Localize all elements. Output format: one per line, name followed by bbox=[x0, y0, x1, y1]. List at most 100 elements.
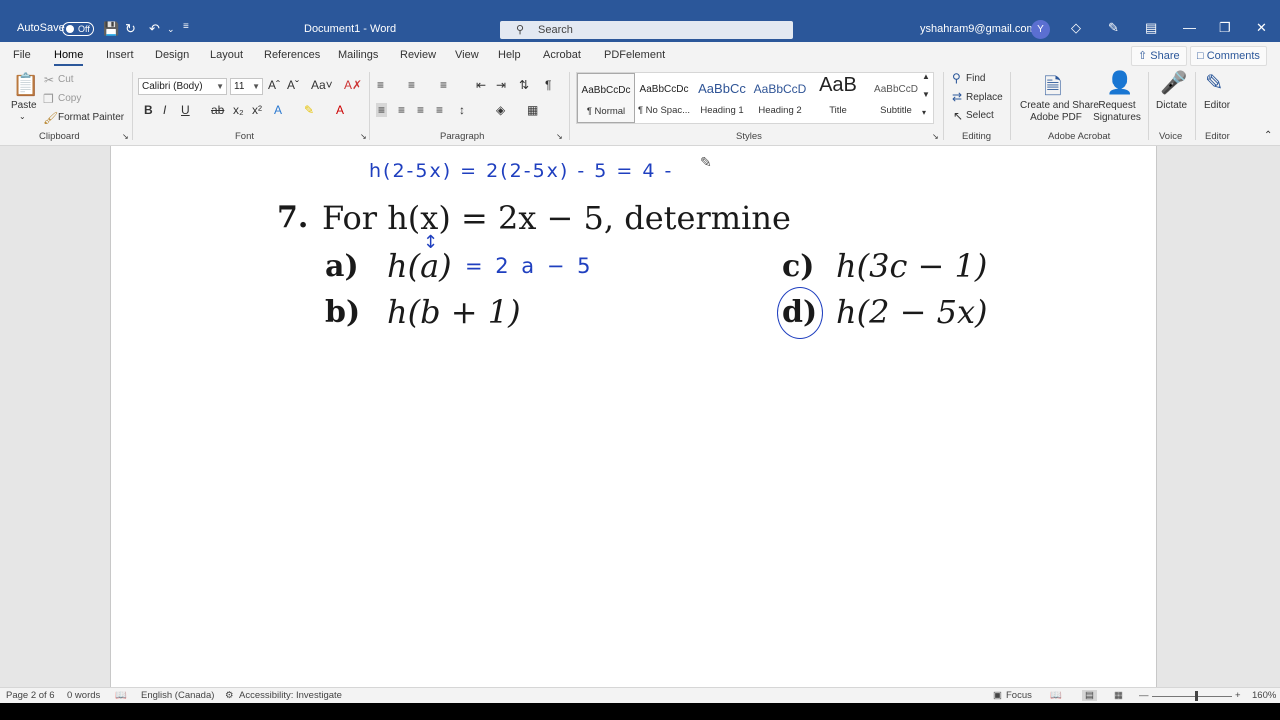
tab-review[interactable]: Review bbox=[400, 49, 436, 61]
justify-icon[interactable]: ≡ bbox=[436, 103, 443, 117]
style-no-spacing[interactable]: AaBbCcDc ¶ No Spac... bbox=[635, 73, 693, 123]
focus-button[interactable]: Focus bbox=[1006, 690, 1032, 701]
editor-button[interactable]: Editor bbox=[1204, 100, 1230, 111]
request-signatures-icon[interactable]: 👤 bbox=[1106, 70, 1133, 96]
customize-qat-icon[interactable]: ≡ bbox=[183, 21, 189, 32]
autosave-toggle[interactable]: Off bbox=[62, 22, 94, 36]
zoom-in-icon[interactable]: + bbox=[1235, 690, 1241, 701]
replace-button[interactable]: Replace bbox=[966, 92, 1003, 103]
request-label[interactable]: Request bbox=[1096, 100, 1138, 111]
styles-scroll-down-icon[interactable]: ▼ bbox=[922, 90, 930, 99]
tab-mailings[interactable]: Mailings bbox=[338, 49, 378, 61]
diamond-icon[interactable]: ◇ bbox=[1071, 20, 1081, 36]
language-indicator[interactable]: English (Canada) bbox=[141, 690, 214, 701]
multilevel-list-icon[interactable]: ≡ bbox=[440, 78, 447, 92]
bullets-icon[interactable]: ≡ bbox=[377, 78, 384, 92]
sort-icon[interactable]: ⇅ bbox=[519, 78, 529, 92]
print-layout-icon[interactable]: ▤ bbox=[1082, 690, 1097, 701]
show-formatting-icon[interactable]: ¶ bbox=[545, 78, 551, 92]
tab-insert[interactable]: Insert bbox=[106, 49, 134, 61]
find-button[interactable]: Find bbox=[966, 73, 985, 84]
tab-view[interactable]: View bbox=[455, 49, 479, 61]
copy-button[interactable]: Copy bbox=[58, 93, 81, 104]
font-size-select[interactable]: 11 ▼ bbox=[230, 78, 263, 95]
increase-indent-icon[interactable]: ⇥ bbox=[496, 78, 506, 92]
font-color-icon[interactable]: A bbox=[336, 103, 344, 117]
collapse-ribbon-icon[interactable]: ⌃ bbox=[1264, 130, 1272, 141]
style-subtitle[interactable]: AaBbCcD Subtitle bbox=[867, 73, 925, 123]
paste-button[interactable]: Paste bbox=[11, 100, 37, 111]
close-icon[interactable]: ✕ bbox=[1256, 20, 1267, 36]
microphone-icon[interactable]: 🎤 bbox=[1160, 70, 1187, 96]
clipboard-launcher-icon[interactable]: ↘ bbox=[122, 132, 129, 141]
search-box[interactable]: ⚲ Search bbox=[500, 21, 793, 39]
styles-launcher-icon[interactable]: ↘ bbox=[932, 132, 939, 141]
text-effects-icon[interactable]: A bbox=[274, 103, 282, 117]
tab-pdfelement[interactable]: PDFelement bbox=[604, 49, 665, 61]
zoom-slider-handle[interactable] bbox=[1195, 691, 1198, 701]
paste-dropdown-icon[interactable]: ⌄ bbox=[19, 112, 26, 121]
document-page[interactable]: h(2-5x) = 2(2-5x) - 5 = 4 - ✎ 7. For h(x… bbox=[110, 146, 1157, 687]
bold-icon[interactable]: B bbox=[144, 103, 153, 117]
page-indicator[interactable]: Page 2 of 6 bbox=[6, 690, 55, 701]
undo-dropdown-icon[interactable]: ⌄ bbox=[167, 24, 175, 35]
minimize-icon[interactable]: — bbox=[1183, 20, 1196, 35]
share-button[interactable]: ⇧ Share bbox=[1131, 46, 1187, 66]
clear-formatting-icon[interactable]: A✗ bbox=[344, 78, 362, 92]
ribbon-display-icon[interactable]: ▤ bbox=[1145, 20, 1157, 36]
adobe-pdf-label[interactable]: Adobe PDF bbox=[1020, 112, 1092, 123]
redo-icon[interactable]: ↻ bbox=[125, 21, 136, 37]
line-spacing-icon[interactable]: ↕ bbox=[459, 103, 465, 117]
tab-layout[interactable]: Layout bbox=[210, 49, 243, 61]
editor-icon[interactable]: ✎ bbox=[1205, 70, 1223, 96]
create-share-label[interactable]: Create and Share bbox=[1020, 100, 1099, 111]
styles-scroll-up-icon[interactable]: ▲ bbox=[922, 72, 930, 81]
shading-icon[interactable]: ◈ bbox=[496, 103, 505, 117]
shrink-font-icon[interactable]: Aˇ bbox=[287, 78, 299, 92]
change-case-icon[interactable]: Aa˅ bbox=[311, 78, 333, 92]
undo-icon[interactable]: ↶ bbox=[149, 21, 160, 37]
align-left-icon[interactable]: ≡ bbox=[376, 103, 388, 117]
superscript-icon[interactable]: x² bbox=[252, 103, 262, 117]
numbering-icon[interactable]: ≡ bbox=[408, 78, 415, 92]
underline-icon[interactable]: U bbox=[181, 103, 190, 117]
dictate-button[interactable]: Dictate bbox=[1156, 100, 1187, 111]
align-right-icon[interactable]: ≡ bbox=[417, 103, 424, 117]
style-heading-2[interactable]: AaBbCcD Heading 2 bbox=[751, 73, 809, 123]
paragraph-launcher-icon[interactable]: ↘ bbox=[556, 132, 563, 141]
decrease-indent-icon[interactable]: ⇤ bbox=[476, 78, 486, 92]
grow-font-icon[interactable]: Aˆ bbox=[268, 78, 280, 92]
style-heading-1[interactable]: AaBbCc Heading 1 bbox=[693, 73, 751, 123]
zoom-level[interactable]: 160% bbox=[1252, 690, 1276, 701]
comments-button[interactable]: □ Comments bbox=[1190, 46, 1267, 66]
accessibility-status[interactable]: Accessibility: Investigate bbox=[239, 690, 342, 701]
zoom-out-icon[interactable]: — bbox=[1139, 690, 1149, 701]
font-launcher-icon[interactable]: ↘ bbox=[360, 132, 367, 141]
select-button[interactable]: Select bbox=[966, 110, 994, 121]
web-layout-icon[interactable]: ▦ bbox=[1114, 690, 1123, 701]
tab-design[interactable]: Design bbox=[155, 49, 189, 61]
italic-icon[interactable]: I bbox=[163, 103, 166, 117]
paste-icon[interactable]: 📋 bbox=[12, 72, 39, 98]
tab-home[interactable]: Home bbox=[54, 49, 84, 66]
restore-icon[interactable]: ❐ bbox=[1219, 20, 1231, 36]
style-title[interactable]: AaB Title bbox=[809, 73, 867, 123]
styles-more-icon[interactable]: ▾ bbox=[922, 108, 926, 117]
align-center-icon[interactable]: ≡ bbox=[398, 103, 405, 117]
pen-icon[interactable]: ✎ bbox=[1108, 20, 1119, 36]
subscript-icon[interactable]: x₂ bbox=[233, 103, 244, 117]
save-icon[interactable]: 💾 bbox=[103, 21, 119, 37]
tab-help[interactable]: Help bbox=[498, 49, 521, 61]
cut-button[interactable]: Cut bbox=[58, 74, 74, 85]
read-mode-icon[interactable]: 📖 bbox=[1050, 690, 1062, 701]
format-painter-button[interactable]: Format Painter bbox=[58, 112, 124, 123]
tab-references[interactable]: References bbox=[264, 49, 320, 61]
tab-acrobat[interactable]: Acrobat bbox=[543, 49, 581, 61]
strikethrough-icon[interactable]: ab bbox=[211, 103, 224, 117]
font-family-select[interactable]: Calibri (Body) ▼ bbox=[138, 78, 227, 95]
account-email[interactable]: yshahram9@gmail.com bbox=[920, 23, 1036, 35]
tab-file[interactable]: File bbox=[13, 49, 31, 61]
zoom-slider[interactable] bbox=[1152, 696, 1232, 697]
signatures-label[interactable]: Signatures bbox=[1093, 112, 1141, 123]
highlight-icon[interactable]: ✎ bbox=[304, 103, 314, 117]
